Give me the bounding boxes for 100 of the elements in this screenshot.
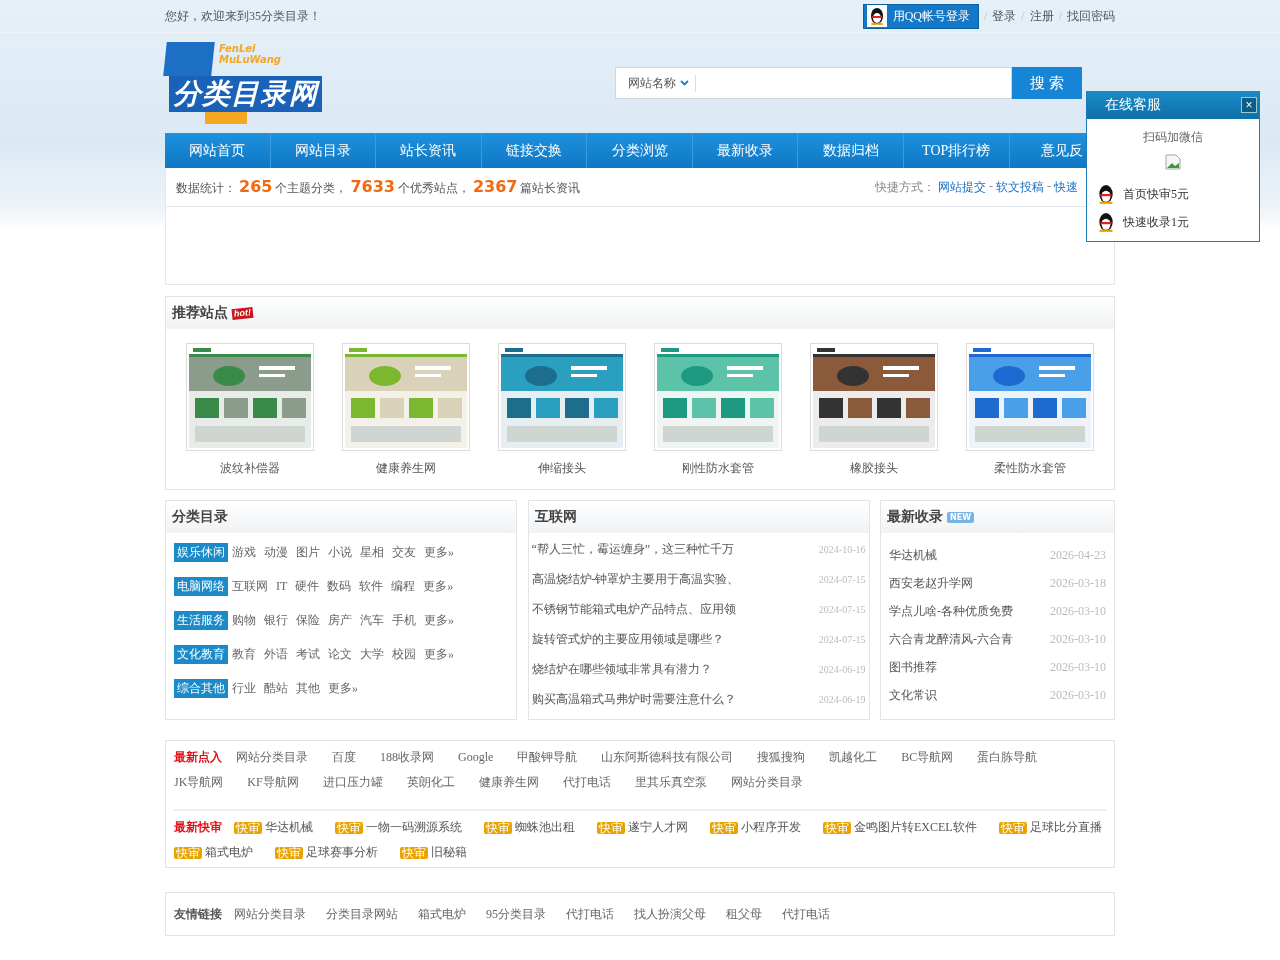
close-button[interactable]: × xyxy=(1241,97,1257,113)
subcategory-link[interactable]: 考试 xyxy=(296,646,320,663)
subcategory-link[interactable]: 编程 xyxy=(391,578,416,595)
site-link[interactable]: 学点儿啥-各种优质免费 xyxy=(889,602,1013,620)
subcategory-link[interactable]: 互联网 xyxy=(232,578,268,595)
search-field[interactable]: 网站名称 xyxy=(615,67,1012,99)
site-link[interactable]: 百度 xyxy=(332,749,356,766)
site-link[interactable]: 足球比分直播 xyxy=(1029,819,1102,836)
subcategory-link[interactable]: 图片 xyxy=(296,544,320,561)
article-link[interactable]: 烧结炉在哪些领域非常具有潜力？ xyxy=(531,660,712,678)
nav-link[interactable]: 数据归档 xyxy=(822,140,879,161)
site-link[interactable]: 西安老赵升学网 xyxy=(889,574,973,592)
site-link[interactable]: KF导航网 xyxy=(247,774,299,791)
subcategory-link[interactable]: 数码 xyxy=(327,578,352,595)
site-link[interactable]: 里其乐真空泵 xyxy=(634,774,707,791)
subcategory-link[interactable]: 交友 xyxy=(392,544,416,561)
site-link[interactable]: 华达机械 xyxy=(889,546,937,564)
site-link[interactable]: 波纹补偿器 xyxy=(220,460,280,477)
nav-link[interactable]: 意见反 xyxy=(1040,140,1083,161)
subcategory-link[interactable]: 校园 xyxy=(392,646,416,663)
site-link[interactable]: 搜狐搜狗 xyxy=(757,749,806,766)
subcategory-link[interactable]: 其他 xyxy=(296,680,320,697)
friend-link[interactable]: 箱式电炉 xyxy=(418,905,466,923)
site-link[interactable]: 188收录网 xyxy=(380,749,434,766)
site-logo[interactable]: FenLei MuLuWang 分类目录网 xyxy=(165,42,365,124)
site-link[interactable]: 足球赛事分析 xyxy=(306,844,378,861)
subcategory-link[interactable]: 小说 xyxy=(328,544,352,561)
subcategory-link[interactable]: 汽车 xyxy=(360,612,384,629)
site-link[interactable]: Google xyxy=(458,750,494,765)
nav-link[interactable]: 最新收录 xyxy=(717,140,774,161)
site-link[interactable]: 旧秘籍 xyxy=(431,844,467,861)
top-link[interactable]: 注册 xyxy=(1029,7,1054,25)
friend-link[interactable]: 代打电话 xyxy=(566,905,614,923)
subcategory-link[interactable]: 外语 xyxy=(264,646,288,663)
nav-link[interactable]: 分类浏览 xyxy=(611,140,668,161)
subcategory-link[interactable]: 星相 xyxy=(360,544,384,561)
friend-link[interactable]: 找人扮演父母 xyxy=(634,905,706,923)
more-link[interactable]: 更多» xyxy=(328,680,358,697)
qq-login-button[interactable]: 用QQ帐号登录 xyxy=(862,3,979,29)
site-link[interactable]: 伸缩接头 xyxy=(538,460,586,477)
site-link[interactable]: 小程序开发 xyxy=(741,819,801,836)
site-link[interactable]: 箱式电炉 xyxy=(205,844,253,861)
site-link[interactable]: 图书推荐 xyxy=(889,658,937,676)
subcategory-link[interactable]: 论文 xyxy=(328,646,352,663)
friend-link[interactable]: 分类目录网站 xyxy=(326,905,398,923)
nav-link[interactable]: 网站目录 xyxy=(294,140,351,161)
site-link[interactable]: 文化常识 xyxy=(889,686,937,704)
shortcut-link[interactable]: 网站提交 xyxy=(938,178,986,196)
subcategory-link[interactable]: 动漫 xyxy=(264,544,288,561)
site-link[interactable]: 网站分类目录 xyxy=(730,774,803,791)
subcategory-link[interactable]: 教育 xyxy=(232,646,256,663)
friend-link[interactable]: 网站分类目录 xyxy=(234,905,306,923)
site-link[interactable]: 网站分类目录 xyxy=(236,749,308,766)
more-link[interactable]: 更多» xyxy=(423,578,454,595)
search-button[interactable]: 搜 索 xyxy=(1012,67,1082,99)
site-link[interactable]: 华达机械 xyxy=(265,819,313,836)
site-link[interactable]: 代打电话 xyxy=(562,774,611,791)
nav-link[interactable]: 站长资讯 xyxy=(400,140,457,161)
site-link[interactable]: 金鸣图片转EXCEL软件 xyxy=(854,819,977,836)
subcategory-link[interactable]: 保险 xyxy=(296,612,320,629)
subcategory-link[interactable]: 购物 xyxy=(232,612,256,629)
article-link[interactable]: 购买高温箱式马弗炉时需要注意什么？ xyxy=(531,690,736,708)
site-link[interactable]: 六合青龙醉清风-六合青 xyxy=(889,630,1013,648)
site-link[interactable]: 英朗化工 xyxy=(406,774,455,791)
site-link[interactable]: BC导航网 xyxy=(901,749,954,766)
site-link[interactable]: 一物一码溯源系统 xyxy=(366,819,462,836)
shortcut-link[interactable]: 软文投稿 xyxy=(996,178,1044,196)
site-link[interactable]: JK导航网 xyxy=(174,774,224,791)
friend-link[interactable]: 租父母 xyxy=(726,905,762,923)
site-link[interactable]: 山东阿斯德科技有限公司 xyxy=(601,749,734,766)
site-link[interactable]: 蛋白胨导航 xyxy=(977,749,1038,766)
subcategory-link[interactable]: 银行 xyxy=(264,612,288,629)
contact-link[interactable]: 首页快审5元 xyxy=(1123,185,1189,203)
nav-link[interactable]: 网站首页 xyxy=(189,140,246,161)
subcategory-link[interactable]: 房产 xyxy=(328,612,352,629)
nav-link[interactable]: TOP排行榜 xyxy=(922,140,991,161)
subcategory-link[interactable]: 硬件 xyxy=(295,578,320,595)
site-link[interactable]: 健康养生网 xyxy=(478,774,539,791)
article-link[interactable]: 不锈钢节能箱式电炉产品特点、应用领 xyxy=(531,600,736,618)
site-link[interactable]: 橡胶接头 xyxy=(850,460,898,477)
article-link[interactable]: 旋转管式炉的主要应用领域是哪些？ xyxy=(531,630,724,648)
site-link[interactable]: 甲酸钾导航 xyxy=(517,749,578,766)
site-link[interactable]: 蜘蛛池出租 xyxy=(515,819,575,836)
site-link[interactable]: 刚性防水套管 xyxy=(682,460,754,477)
subcategory-link[interactable]: 行业 xyxy=(232,680,256,697)
article-link[interactable]: “帮人三忙，霉运缠身”，这三种忙千万 xyxy=(531,540,735,558)
friend-link[interactable]: 代打电话 xyxy=(782,905,830,923)
more-link[interactable]: 更多» xyxy=(424,612,454,629)
subcategory-link[interactable]: 游戏 xyxy=(232,544,256,561)
category-tag[interactable]: 生活服务 xyxy=(174,611,228,630)
top-link[interactable]: 登录 xyxy=(992,7,1017,25)
shortcut-link[interactable]: 快速 xyxy=(1054,178,1078,196)
nav-link[interactable]: 链接交换 xyxy=(505,140,562,161)
category-tag[interactable]: 文化教育 xyxy=(174,645,228,664)
subcategory-link[interactable]: 大学 xyxy=(360,646,384,663)
site-link[interactable]: 柔性防水套管 xyxy=(994,460,1066,477)
category-tag[interactable]: 娱乐休闲 xyxy=(174,543,228,562)
subcategory-link[interactable]: 酷站 xyxy=(264,680,288,697)
top-link[interactable]: 找回密码 xyxy=(1067,7,1115,25)
article-link[interactable]: 高温烧结炉-钟罩炉主要用于高温实验、 xyxy=(531,570,740,588)
